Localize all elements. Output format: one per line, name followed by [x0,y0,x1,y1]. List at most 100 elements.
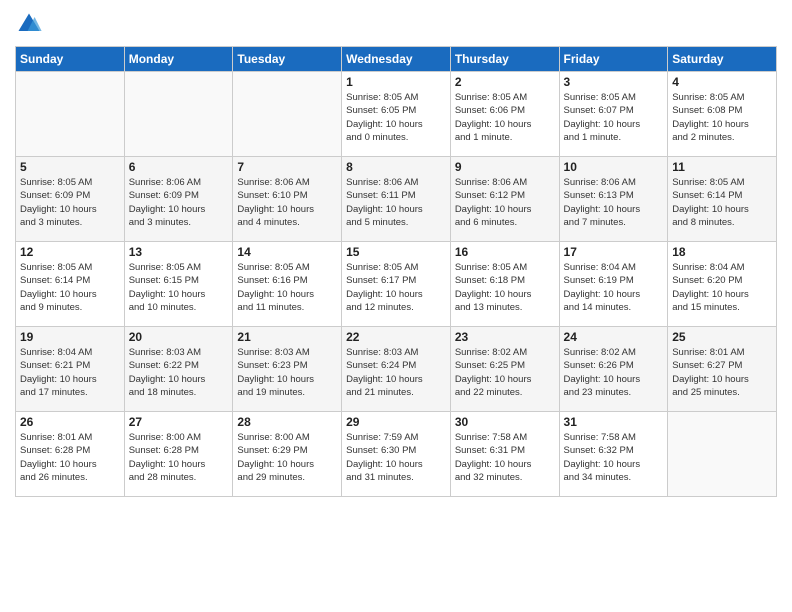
day-number: 23 [455,330,555,344]
day-info: Sunrise: 8:04 AM Sunset: 6:20 PM Dayligh… [672,261,772,314]
calendar-cell [124,72,233,157]
calendar-week-row: 12 Sunrise: 8:05 AM Sunset: 6:14 PM Dayli… [16,242,777,327]
calendar-week-row: 19 Sunrise: 8:04 AM Sunset: 6:21 PM Dayli… [16,327,777,412]
day-info: Sunrise: 8:00 AM Sunset: 6:29 PM Dayligh… [237,431,337,484]
day-number: 19 [20,330,120,344]
day-info: Sunrise: 8:06 AM Sunset: 6:11 PM Dayligh… [346,176,446,229]
calendar-cell: 27 Sunrise: 8:00 AM Sunset: 6:28 PM Dayli… [124,412,233,497]
day-number: 1 [346,75,446,89]
calendar-cell: 16Sunrise: 8:05 AM Sunset: 6:18 PM Dayli… [450,242,559,327]
calendar-cell: 19 Sunrise: 8:04 AM Sunset: 6:21 PM Dayli… [16,327,125,412]
day-info: Sunrise: 8:06 AM Sunset: 6:12 PM Dayligh… [455,176,555,229]
calendar-cell: 15 Sunrise: 8:05 AM Sunset: 6:17 PM Dayli… [342,242,451,327]
weekday-header: Sunday [16,47,125,72]
day-info: Sunrise: 8:05 AM Sunset: 6:08 PM Dayligh… [672,91,772,144]
day-info: Sunrise: 8:01 AM Sunset: 6:28 PM Dayligh… [20,431,120,484]
day-number: 10 [564,160,664,174]
day-number: 27 [129,415,229,429]
logo-icon [15,10,43,38]
header [15,10,777,38]
calendar-cell: 1 Sunrise: 8:05 AM Sunset: 6:05 PM Daylig… [342,72,451,157]
calendar-cell [233,72,342,157]
day-number: 18 [672,245,772,259]
logo [15,10,47,38]
day-number: 20 [129,330,229,344]
day-info: Sunrise: 8:03 AM Sunset: 6:23 PM Dayligh… [237,346,337,399]
calendar-cell [668,412,777,497]
calendar-cell: 23Sunrise: 8:02 AM Sunset: 6:25 PM Dayli… [450,327,559,412]
calendar-week-row: 26 Sunrise: 8:01 AM Sunset: 6:28 PM Dayli… [16,412,777,497]
calendar-cell: 8Sunrise: 8:06 AM Sunset: 6:11 PM Daylig… [342,157,451,242]
calendar-cell: 28 Sunrise: 8:00 AM Sunset: 6:29 PM Dayli… [233,412,342,497]
day-info: Sunrise: 8:00 AM Sunset: 6:28 PM Dayligh… [129,431,229,484]
day-number: 31 [564,415,664,429]
day-info: Sunrise: 7:59 AM Sunset: 6:30 PM Dayligh… [346,431,446,484]
calendar-cell: 17 Sunrise: 8:04 AM Sunset: 6:19 PM Dayli… [559,242,668,327]
day-number: 5 [20,160,120,174]
calendar-cell: 2 Sunrise: 8:05 AM Sunset: 6:06 PM Daylig… [450,72,559,157]
calendar-table: SundayMondayTuesdayWednesdayThursdayFrid… [15,46,777,497]
calendar-cell: 7Sunrise: 8:06 AM Sunset: 6:10 PM Daylig… [233,157,342,242]
calendar-cell: 10 Sunrise: 8:06 AM Sunset: 6:13 PM Dayli… [559,157,668,242]
day-info: Sunrise: 8:05 AM Sunset: 6:16 PM Dayligh… [237,261,337,314]
day-info: Sunrise: 8:04 AM Sunset: 6:21 PM Dayligh… [20,346,120,399]
weekday-header: Tuesday [233,47,342,72]
weekday-header: Thursday [450,47,559,72]
day-info: Sunrise: 8:05 AM Sunset: 6:06 PM Dayligh… [455,91,555,144]
weekday-header: Friday [559,47,668,72]
day-number: 30 [455,415,555,429]
weekday-header: Wednesday [342,47,451,72]
calendar-cell: 20 Sunrise: 8:03 AM Sunset: 6:22 PM Dayli… [124,327,233,412]
day-number: 13 [129,245,229,259]
day-number: 4 [672,75,772,89]
day-info: Sunrise: 8:03 AM Sunset: 6:22 PM Dayligh… [129,346,229,399]
weekday-header-row: SundayMondayTuesdayWednesdayThursdayFrid… [16,47,777,72]
calendar-week-row: 1 Sunrise: 8:05 AM Sunset: 6:05 PM Daylig… [16,72,777,157]
calendar-cell: 6 Sunrise: 8:06 AM Sunset: 6:09 PM Daylig… [124,157,233,242]
day-number: 11 [672,160,772,174]
day-info: Sunrise: 8:05 AM Sunset: 6:15 PM Dayligh… [129,261,229,314]
day-number: 29 [346,415,446,429]
day-info: Sunrise: 8:06 AM Sunset: 6:13 PM Dayligh… [564,176,664,229]
day-number: 7 [237,160,337,174]
day-number: 16 [455,245,555,259]
calendar-cell: 29 Sunrise: 7:59 AM Sunset: 6:30 PM Dayli… [342,412,451,497]
calendar-cell: 25Sunrise: 8:01 AM Sunset: 6:27 PM Dayli… [668,327,777,412]
day-number: 3 [564,75,664,89]
day-number: 9 [455,160,555,174]
calendar-week-row: 5Sunrise: 8:05 AM Sunset: 6:09 PM Daylig… [16,157,777,242]
calendar-cell: 4 Sunrise: 8:05 AM Sunset: 6:08 PM Daylig… [668,72,777,157]
calendar-cell: 24Sunrise: 8:02 AM Sunset: 6:26 PM Dayli… [559,327,668,412]
day-number: 2 [455,75,555,89]
day-number: 26 [20,415,120,429]
day-number: 12 [20,245,120,259]
day-number: 6 [129,160,229,174]
calendar-cell: 11 Sunrise: 8:05 AM Sunset: 6:14 PM Dayli… [668,157,777,242]
calendar-cell: 14 Sunrise: 8:05 AM Sunset: 6:16 PM Dayli… [233,242,342,327]
calendar-cell: 3 Sunrise: 8:05 AM Sunset: 6:07 PM Daylig… [559,72,668,157]
calendar-cell: 30Sunrise: 7:58 AM Sunset: 6:31 PM Dayli… [450,412,559,497]
day-info: Sunrise: 8:05 AM Sunset: 6:17 PM Dayligh… [346,261,446,314]
calendar-cell: 5Sunrise: 8:05 AM Sunset: 6:09 PM Daylig… [16,157,125,242]
day-number: 15 [346,245,446,259]
day-info: Sunrise: 8:04 AM Sunset: 6:19 PM Dayligh… [564,261,664,314]
day-info: Sunrise: 8:01 AM Sunset: 6:27 PM Dayligh… [672,346,772,399]
day-info: Sunrise: 8:05 AM Sunset: 6:14 PM Dayligh… [672,176,772,229]
day-number: 22 [346,330,446,344]
calendar-cell: 26 Sunrise: 8:01 AM Sunset: 6:28 PM Dayli… [16,412,125,497]
calendar-cell: 21 Sunrise: 8:03 AM Sunset: 6:23 PM Dayli… [233,327,342,412]
calendar-cell: 9 Sunrise: 8:06 AM Sunset: 6:12 PM Daylig… [450,157,559,242]
day-number: 28 [237,415,337,429]
day-info: Sunrise: 7:58 AM Sunset: 6:32 PM Dayligh… [564,431,664,484]
day-info: Sunrise: 8:05 AM Sunset: 6:07 PM Dayligh… [564,91,664,144]
calendar-cell: 22Sunrise: 8:03 AM Sunset: 6:24 PM Dayli… [342,327,451,412]
day-number: 14 [237,245,337,259]
day-info: Sunrise: 8:06 AM Sunset: 6:09 PM Dayligh… [129,176,229,229]
weekday-header: Monday [124,47,233,72]
day-info: Sunrise: 8:05 AM Sunset: 6:05 PM Dayligh… [346,91,446,144]
calendar-cell: 12 Sunrise: 8:05 AM Sunset: 6:14 PM Dayli… [16,242,125,327]
day-number: 21 [237,330,337,344]
day-info: Sunrise: 8:02 AM Sunset: 6:26 PM Dayligh… [564,346,664,399]
day-info: Sunrise: 8:05 AM Sunset: 6:14 PM Dayligh… [20,261,120,314]
day-number: 17 [564,245,664,259]
